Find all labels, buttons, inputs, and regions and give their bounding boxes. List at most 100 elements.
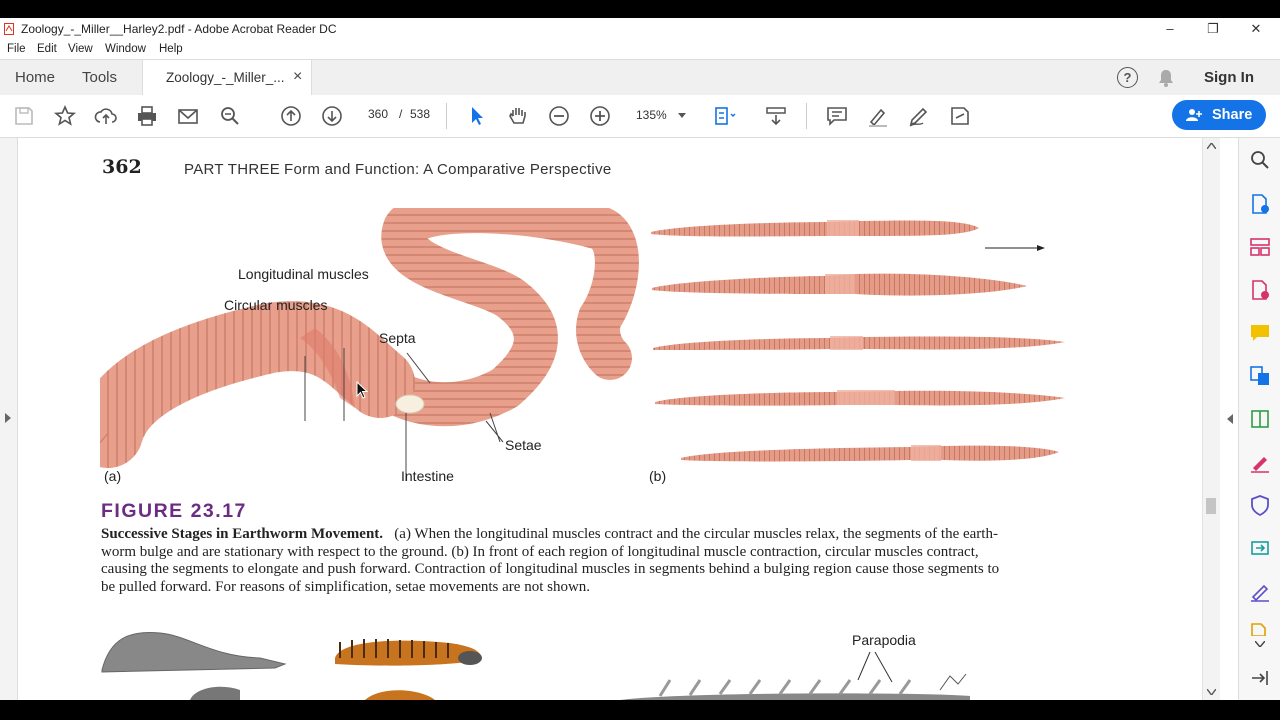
fill-sign-icon[interactable] (948, 104, 972, 128)
caption-line-3: causing the segments to elongate and pus… (101, 561, 1000, 577)
select-cursor-icon[interactable] (465, 104, 489, 128)
right-tools-panel (1227, 138, 1280, 700)
menu-bar: File Edit View Window Help (0, 40, 1280, 59)
figure-a-earthworm-illustration (100, 208, 639, 481)
share-button[interactable]: Share (1172, 100, 1266, 130)
label-circular-muscles: Circular muscles (224, 297, 328, 313)
toolbar-divider (446, 103, 447, 129)
organize-pages-icon[interactable] (1249, 236, 1271, 258)
vertical-scrollbar[interactable] (1202, 138, 1220, 700)
previous-page-icon[interactable] (279, 104, 303, 128)
highlight-pen-icon[interactable] (866, 104, 890, 128)
tab-home[interactable]: Home (15, 60, 55, 96)
edit-pdf-icon[interactable] (1249, 408, 1271, 430)
worm-stage-1 (651, 220, 979, 237)
next-page-icon[interactable] (320, 104, 344, 128)
menu-window[interactable]: Window (105, 43, 146, 55)
bookmark-star-icon[interactable] (53, 104, 77, 128)
sign-in-link[interactable]: Sign In (1204, 69, 1254, 86)
document-viewport[interactable]: 362 PART THREE Form and Function: A Comp… (0, 138, 1238, 700)
menu-help[interactable]: Help (159, 43, 183, 55)
page-number-input[interactable]: 360 (362, 107, 394, 121)
worm-stage-4 (655, 390, 1065, 406)
create-pdf-icon[interactable] (1249, 193, 1271, 215)
mouse-pointer-icon (356, 381, 368, 399)
left-panel-toggle[interactable] (0, 138, 18, 700)
upload-cloud-icon[interactable] (94, 104, 118, 128)
menu-file[interactable]: File (7, 43, 26, 55)
zoom-level-select[interactable]: 135% (636, 108, 667, 122)
search-zoom-icon[interactable] (218, 104, 242, 128)
scrollbar-thumb[interactable] (1206, 498, 1216, 514)
scroll-mode-icon[interactable] (764, 104, 788, 128)
chevron-down-icon[interactable] (678, 113, 686, 119)
restore-button[interactable]: ❐ (1193, 18, 1233, 40)
comment-icon[interactable] (825, 104, 849, 128)
chevron-right-icon[interactable] (5, 413, 11, 423)
request-signature-icon[interactable] (1249, 580, 1271, 602)
menu-view[interactable]: View (68, 43, 93, 55)
title-bar: Zoology_-_Miller__Harley2.pdf - Adobe Ac… (0, 18, 1280, 40)
page-total: 538 (410, 107, 431, 121)
email-icon[interactable] (176, 104, 200, 128)
fit-page-icon[interactable] (713, 104, 737, 128)
worm-stage-5 (681, 445, 1059, 462)
next-figure-leech-caterpillar-illustration (101, 631, 482, 700)
close-window-button[interactable]: ✕ (1236, 18, 1276, 40)
window-title: Zoology_-_Miller__Harley2.pdf - Adobe Ac… (21, 22, 337, 36)
comment-tool-icon[interactable] (1249, 322, 1271, 344)
save-icon[interactable] (12, 104, 36, 128)
label-intestine: Intestine (401, 468, 454, 484)
pdf-file-icon (4, 23, 14, 35)
hand-tool-icon[interactable] (506, 104, 530, 128)
protect-shield-icon[interactable] (1249, 494, 1271, 516)
scroll-down-icon[interactable] (1207, 689, 1216, 695)
share-label: Share (1212, 107, 1253, 123)
label-b: (b) (649, 468, 667, 484)
tab-tools[interactable]: Tools (82, 60, 117, 96)
scroll-up-icon[interactable] (1207, 143, 1216, 149)
label-a: (a) (104, 468, 122, 484)
fill-sign-tool-icon[interactable] (1249, 451, 1271, 473)
help-icon[interactable]: ? (1117, 67, 1138, 88)
label-parapodia: Parapodia (852, 632, 916, 648)
figure-caption: Successive Stages in Earthworm Movement.… (101, 526, 1101, 596)
menu-edit[interactable]: Edit (37, 43, 57, 55)
caption-bold-title: Successive Stages in Earthworm Movement. (101, 526, 384, 542)
worm-stage-3 (653, 336, 1065, 350)
export-pdf-icon[interactable] (1249, 279, 1271, 301)
document-tab-label: Zoology_-_Miller_... (166, 70, 285, 85)
figure-title: FIGURE 23.17 (101, 500, 247, 522)
tab-document[interactable]: Zoology_-_Miller_... × (142, 60, 312, 96)
add-person-icon (1186, 109, 1202, 121)
caption-line-1: (a) When the longitudinal muscles contra… (394, 526, 998, 542)
notifications-bell-icon[interactable] (1157, 68, 1175, 88)
zoom-out-icon[interactable] (547, 104, 571, 128)
zoom-in-icon[interactable] (588, 104, 612, 128)
caption-line-4: be pulled forward. For reasons of simpli… (101, 578, 591, 595)
label-longitudinal-muscles: Longitudinal muscles (238, 266, 369, 282)
more-tools-icon[interactable] (1249, 622, 1271, 636)
next-figure-polychaete-illustration (620, 651, 970, 700)
close-tab-icon[interactable]: × (293, 68, 302, 86)
caption-line-2: worm bulge and are stationary with respe… (101, 543, 979, 560)
collapse-panel-icon[interactable] (1249, 668, 1271, 688)
running-title: Form and Function: A Comparative Perspec… (284, 161, 612, 178)
minimize-button[interactable]: – (1150, 18, 1190, 40)
print-icon[interactable] (135, 104, 159, 128)
draw-pen-icon[interactable] (907, 104, 931, 128)
search-tool-icon[interactable] (1249, 149, 1271, 171)
label-septa: Septa (379, 330, 416, 346)
send-for-review-icon[interactable] (1249, 537, 1271, 559)
page-number: 362 (102, 156, 142, 178)
chevron-down-icon[interactable] (1255, 641, 1265, 647)
combine-files-icon[interactable] (1249, 365, 1271, 387)
label-setae: Setae (505, 437, 542, 453)
toolbar: 360 / 538 135% Share (0, 95, 1280, 138)
tabs-bar: Home Tools Zoology_-_Miller_... × ? Sign… (0, 59, 1280, 96)
chevron-left-icon[interactable] (1227, 414, 1233, 424)
toolbar-divider (806, 103, 807, 129)
running-head: PART THREE (184, 161, 281, 178)
page-separator: / (399, 107, 403, 121)
bottom-letterbox (0, 700, 1280, 720)
